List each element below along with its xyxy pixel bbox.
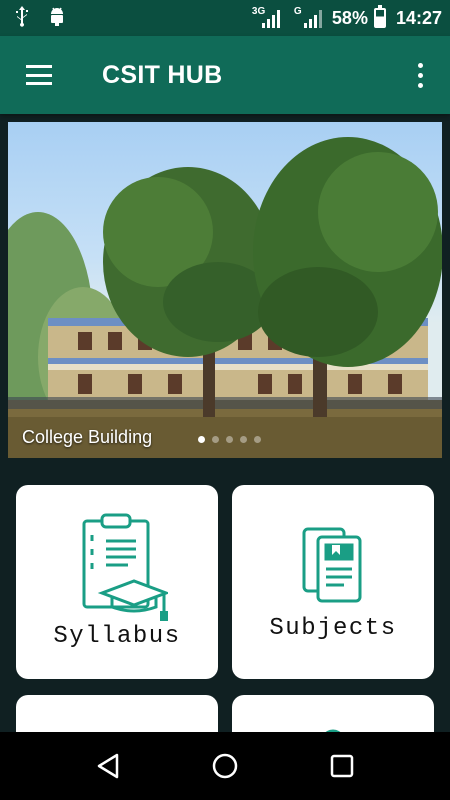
signal-g-icon: G [293,6,322,28]
slide-caption: College Building [22,427,153,447]
syllabus-label: Syllabus [53,623,181,650]
image-slider[interactable]: College Building [8,122,442,458]
subjects-label: Subjects [269,615,397,642]
slide-dot[interactable] [240,436,247,443]
battery-icon [373,5,386,28]
signal-3g-icon: 3G [251,6,280,28]
usb-icon [14,5,30,32]
app-title: CSIT HUB [102,60,223,89]
android-debug-icon [48,6,66,31]
subjects-card[interactable]: Subjects [232,485,434,679]
status-bar: 3G G 58% 14:27 [0,0,450,36]
syllabus-card[interactable]: Syllabus [16,485,218,679]
back-icon [98,753,119,779]
hamburger-icon [26,65,52,85]
system-navigation-bar [0,732,450,800]
clock: 14:27 [395,7,442,28]
recents-button[interactable] [317,741,367,791]
battery-percent: 58% [331,7,368,28]
slide-dot[interactable] [226,436,233,443]
more-options-icon[interactable] [398,36,442,114]
recents-icon [330,754,353,778]
app-bar: CSIT HUB [0,36,450,114]
slide-dot[interactable] [198,436,205,443]
network-g-label: G [293,6,302,17]
home-button[interactable] [200,741,250,791]
network-3g-label: 3G [251,6,266,17]
slide-dot[interactable] [212,436,219,443]
back-button[interactable] [83,741,133,791]
college-building-photo [8,137,442,458]
subjects-books-icon [302,527,362,603]
home-icon [212,753,238,779]
slide-dot[interactable] [254,436,261,443]
menu-button[interactable] [0,36,78,114]
syllabus-clipboard-icon [82,513,168,621]
slide-indicator [198,436,261,443]
